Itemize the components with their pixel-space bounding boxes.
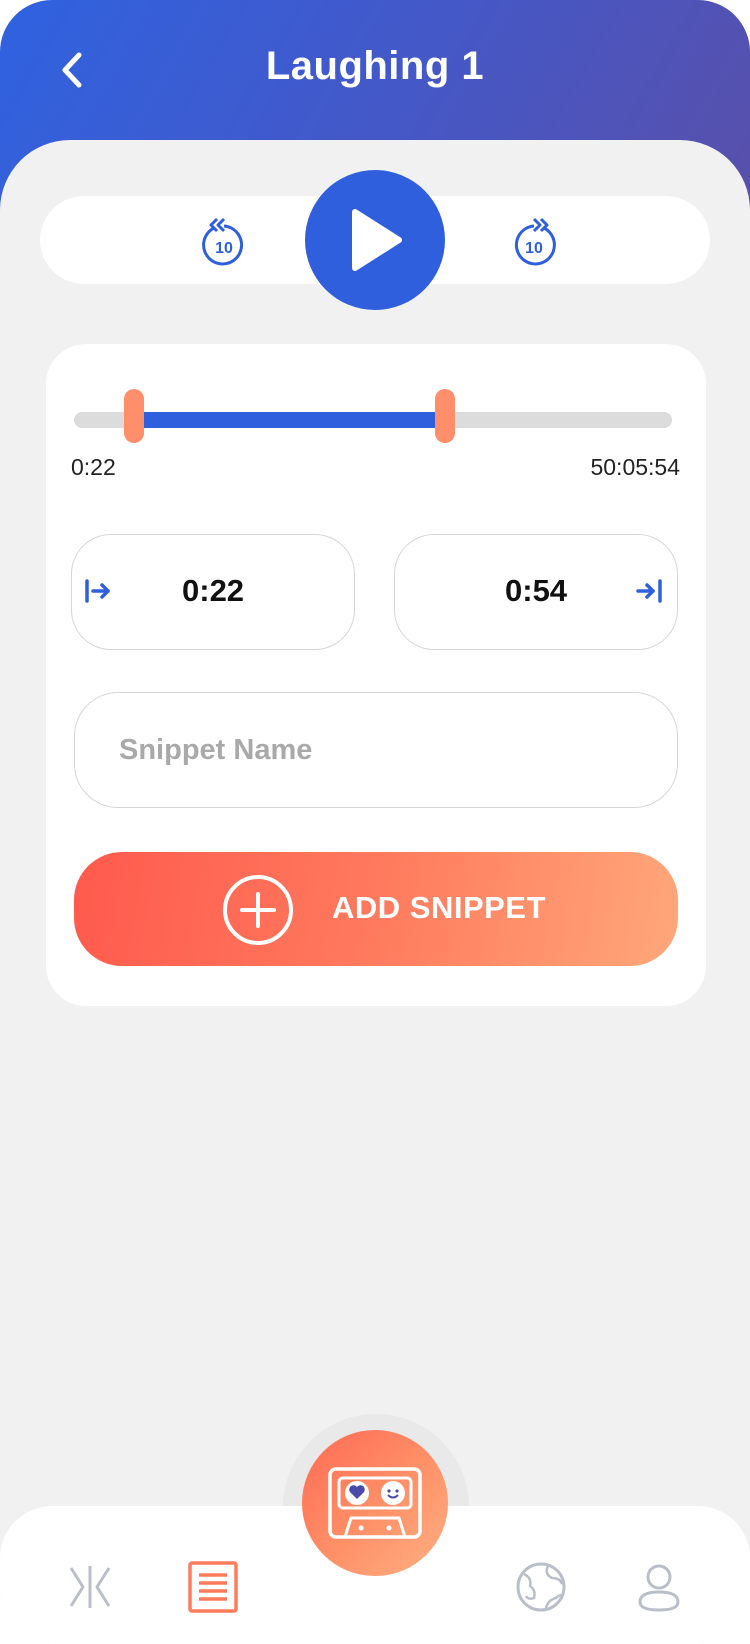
split-icon bbox=[69, 1566, 111, 1608]
nav-cassette-button[interactable] bbox=[302, 1430, 448, 1576]
trim-start-handle[interactable] bbox=[123, 389, 144, 443]
nav-profile[interactable] bbox=[632, 1560, 686, 1614]
set-start-icon bbox=[85, 579, 110, 603]
start-time-value: 0:22 bbox=[182, 573, 245, 608]
nav-globe[interactable] bbox=[514, 1560, 568, 1614]
rewind-10-button[interactable]: 10 bbox=[200, 216, 248, 268]
add-snippet-button[interactable]: ADD SNIPPET bbox=[74, 852, 678, 966]
play-button[interactable] bbox=[305, 170, 445, 310]
forward-10-button[interactable]: 10 bbox=[510, 216, 558, 268]
set-end-icon bbox=[636, 579, 662, 603]
page-title: Laughing 1 bbox=[265, 44, 485, 88]
trim-selected-range bbox=[133, 412, 445, 428]
trim-end-handle[interactable] bbox=[434, 389, 455, 443]
track-start-time: 0:22 bbox=[71, 454, 116, 480]
add-snippet-label: ADD SNIPPET bbox=[332, 890, 546, 925]
end-time-value: 0:54 bbox=[505, 573, 568, 608]
rewind-10-icon: 10 bbox=[202, 217, 244, 266]
forward-10-icon: 10 bbox=[514, 217, 556, 266]
list-icon bbox=[188, 1561, 238, 1613]
cassette-icon bbox=[328, 1467, 422, 1539]
globe-icon bbox=[516, 1562, 566, 1612]
profile-icon bbox=[638, 1564, 680, 1612]
play-icon bbox=[352, 209, 402, 271]
plus-circle-icon bbox=[223, 875, 293, 945]
end-time-field[interactable]: 0:54 bbox=[394, 534, 678, 650]
rewind-seconds: 10 bbox=[215, 240, 233, 257]
app-screen: Laughing 1 10 10 0:22 50:05:54 0:22 0:54… bbox=[0, 0, 750, 1644]
nav-list[interactable] bbox=[186, 1560, 240, 1614]
track-end-time: 50:05:54 bbox=[590, 454, 680, 480]
start-time-field[interactable]: 0:22 bbox=[71, 534, 355, 650]
snippet-name-input[interactable] bbox=[74, 692, 678, 808]
forward-seconds: 10 bbox=[525, 240, 543, 257]
nav-split[interactable] bbox=[63, 1560, 117, 1614]
